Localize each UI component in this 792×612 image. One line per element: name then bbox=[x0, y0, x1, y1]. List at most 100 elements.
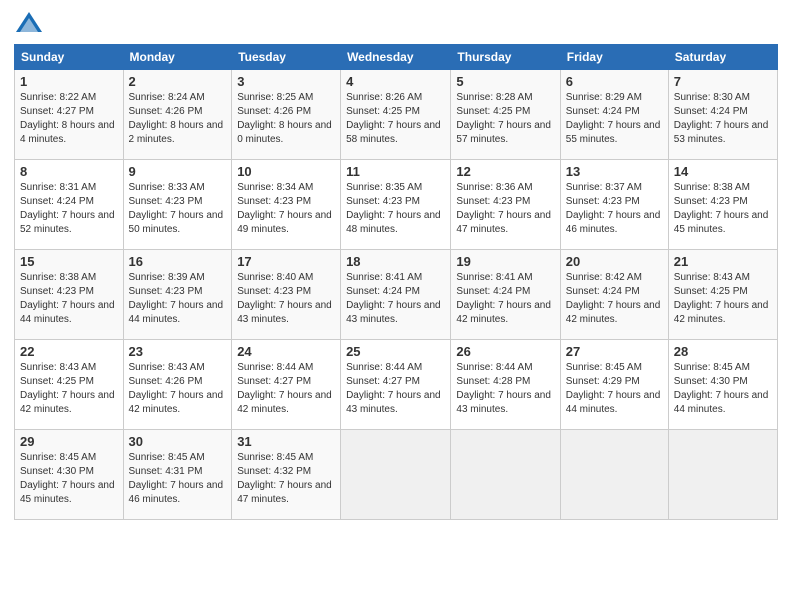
sunrise-text: Sunrise: 8:29 AM bbox=[566, 91, 663, 105]
day-cell bbox=[668, 430, 777, 520]
day-number: 26 bbox=[456, 344, 554, 359]
daylight-text: Daylight: 7 hours and 58 minutes. bbox=[346, 119, 445, 147]
daylight-text: Daylight: 7 hours and 52 minutes. bbox=[20, 209, 118, 237]
sunrise-text: Sunrise: 8:43 AM bbox=[20, 361, 118, 375]
sunrise-text: Sunrise: 8:44 AM bbox=[346, 361, 445, 375]
daylight-text: Daylight: 7 hours and 53 minutes. bbox=[674, 119, 772, 147]
column-header-thursday: Thursday bbox=[451, 45, 560, 70]
day-number: 4 bbox=[346, 74, 445, 89]
sunset-text: Sunset: 4:23 PM bbox=[237, 285, 335, 299]
week-row-4: 22 Sunrise: 8:43 AM Sunset: 4:25 PM Dayl… bbox=[15, 340, 778, 430]
day-info: Sunrise: 8:38 AM Sunset: 4:23 PM Dayligh… bbox=[20, 271, 118, 327]
day-info: Sunrise: 8:45 AM Sunset: 4:29 PM Dayligh… bbox=[566, 361, 663, 417]
day-info: Sunrise: 8:30 AM Sunset: 4:24 PM Dayligh… bbox=[674, 91, 772, 147]
sunset-text: Sunset: 4:24 PM bbox=[20, 195, 118, 209]
sunset-text: Sunset: 4:25 PM bbox=[20, 375, 118, 389]
day-cell: 15 Sunrise: 8:38 AM Sunset: 4:23 PM Dayl… bbox=[15, 250, 124, 340]
day-cell: 13 Sunrise: 8:37 AM Sunset: 4:23 PM Dayl… bbox=[560, 160, 668, 250]
sunrise-text: Sunrise: 8:44 AM bbox=[237, 361, 335, 375]
sunset-text: Sunset: 4:32 PM bbox=[237, 465, 335, 479]
sunrise-text: Sunrise: 8:24 AM bbox=[129, 91, 227, 105]
sunrise-text: Sunrise: 8:33 AM bbox=[129, 181, 227, 195]
day-number: 8 bbox=[20, 164, 118, 179]
day-number: 25 bbox=[346, 344, 445, 359]
sunset-text: Sunset: 4:23 PM bbox=[129, 195, 227, 209]
sunset-text: Sunset: 4:23 PM bbox=[20, 285, 118, 299]
sunset-text: Sunset: 4:24 PM bbox=[674, 105, 772, 119]
column-header-friday: Friday bbox=[560, 45, 668, 70]
sunset-text: Sunset: 4:23 PM bbox=[129, 285, 227, 299]
sunset-text: Sunset: 4:27 PM bbox=[20, 105, 118, 119]
sunset-text: Sunset: 4:24 PM bbox=[566, 285, 663, 299]
sunrise-text: Sunrise: 8:43 AM bbox=[129, 361, 227, 375]
sunrise-text: Sunrise: 8:25 AM bbox=[237, 91, 335, 105]
week-row-1: 1 Sunrise: 8:22 AM Sunset: 4:27 PM Dayli… bbox=[15, 70, 778, 160]
day-cell: 20 Sunrise: 8:42 AM Sunset: 4:24 PM Dayl… bbox=[560, 250, 668, 340]
daylight-text: Daylight: 7 hours and 44 minutes. bbox=[129, 299, 227, 327]
daylight-text: Daylight: 8 hours and 4 minutes. bbox=[20, 119, 118, 147]
sunset-text: Sunset: 4:26 PM bbox=[129, 375, 227, 389]
sunrise-text: Sunrise: 8:38 AM bbox=[20, 271, 118, 285]
day-cell: 24 Sunrise: 8:44 AM Sunset: 4:27 PM Dayl… bbox=[232, 340, 341, 430]
day-number: 7 bbox=[674, 74, 772, 89]
day-number: 12 bbox=[456, 164, 554, 179]
day-cell: 5 Sunrise: 8:28 AM Sunset: 4:25 PM Dayli… bbox=[451, 70, 560, 160]
sunset-text: Sunset: 4:29 PM bbox=[566, 375, 663, 389]
day-number: 13 bbox=[566, 164, 663, 179]
day-number: 3 bbox=[237, 74, 335, 89]
column-header-monday: Monday bbox=[123, 45, 232, 70]
daylight-text: Daylight: 7 hours and 42 minutes. bbox=[456, 299, 554, 327]
sunset-text: Sunset: 4:26 PM bbox=[237, 105, 335, 119]
daylight-text: Daylight: 7 hours and 43 minutes. bbox=[346, 389, 445, 417]
sunrise-text: Sunrise: 8:34 AM bbox=[237, 181, 335, 195]
daylight-text: Daylight: 7 hours and 42 minutes. bbox=[129, 389, 227, 417]
sunrise-text: Sunrise: 8:45 AM bbox=[20, 451, 118, 465]
day-cell: 26 Sunrise: 8:44 AM Sunset: 4:28 PM Dayl… bbox=[451, 340, 560, 430]
sunset-text: Sunset: 4:24 PM bbox=[346, 285, 445, 299]
week-row-2: 8 Sunrise: 8:31 AM Sunset: 4:24 PM Dayli… bbox=[15, 160, 778, 250]
day-number: 5 bbox=[456, 74, 554, 89]
day-number: 18 bbox=[346, 254, 445, 269]
sunset-text: Sunset: 4:23 PM bbox=[237, 195, 335, 209]
day-info: Sunrise: 8:45 AM Sunset: 4:30 PM Dayligh… bbox=[674, 361, 772, 417]
sunrise-text: Sunrise: 8:35 AM bbox=[346, 181, 445, 195]
day-info: Sunrise: 8:36 AM Sunset: 4:23 PM Dayligh… bbox=[456, 181, 554, 237]
sunrise-text: Sunrise: 8:45 AM bbox=[129, 451, 227, 465]
day-number: 24 bbox=[237, 344, 335, 359]
day-number: 29 bbox=[20, 434, 118, 449]
day-cell: 8 Sunrise: 8:31 AM Sunset: 4:24 PM Dayli… bbox=[15, 160, 124, 250]
logo bbox=[14, 10, 48, 40]
sunset-text: Sunset: 4:31 PM bbox=[129, 465, 227, 479]
daylight-text: Daylight: 7 hours and 43 minutes. bbox=[346, 299, 445, 327]
day-info: Sunrise: 8:43 AM Sunset: 4:25 PM Dayligh… bbox=[674, 271, 772, 327]
day-cell: 7 Sunrise: 8:30 AM Sunset: 4:24 PM Dayli… bbox=[668, 70, 777, 160]
day-cell: 1 Sunrise: 8:22 AM Sunset: 4:27 PM Dayli… bbox=[15, 70, 124, 160]
day-cell: 16 Sunrise: 8:39 AM Sunset: 4:23 PM Dayl… bbox=[123, 250, 232, 340]
day-cell: 17 Sunrise: 8:40 AM Sunset: 4:23 PM Dayl… bbox=[232, 250, 341, 340]
sunset-text: Sunset: 4:30 PM bbox=[20, 465, 118, 479]
day-info: Sunrise: 8:26 AM Sunset: 4:25 PM Dayligh… bbox=[346, 91, 445, 147]
day-cell: 22 Sunrise: 8:43 AM Sunset: 4:25 PM Dayl… bbox=[15, 340, 124, 430]
sunrise-text: Sunrise: 8:45 AM bbox=[566, 361, 663, 375]
sunset-text: Sunset: 4:23 PM bbox=[674, 195, 772, 209]
sunrise-text: Sunrise: 8:31 AM bbox=[20, 181, 118, 195]
sunrise-text: Sunrise: 8:36 AM bbox=[456, 181, 554, 195]
sunrise-text: Sunrise: 8:30 AM bbox=[674, 91, 772, 105]
daylight-text: Daylight: 7 hours and 42 minutes. bbox=[20, 389, 118, 417]
sunset-text: Sunset: 4:27 PM bbox=[346, 375, 445, 389]
week-row-5: 29 Sunrise: 8:45 AM Sunset: 4:30 PM Dayl… bbox=[15, 430, 778, 520]
daylight-text: Daylight: 7 hours and 44 minutes. bbox=[674, 389, 772, 417]
sunset-text: Sunset: 4:26 PM bbox=[129, 105, 227, 119]
sunrise-text: Sunrise: 8:44 AM bbox=[456, 361, 554, 375]
sunrise-text: Sunrise: 8:42 AM bbox=[566, 271, 663, 285]
day-cell: 30 Sunrise: 8:45 AM Sunset: 4:31 PM Dayl… bbox=[123, 430, 232, 520]
day-info: Sunrise: 8:29 AM Sunset: 4:24 PM Dayligh… bbox=[566, 91, 663, 147]
sunrise-text: Sunrise: 8:26 AM bbox=[346, 91, 445, 105]
day-number: 11 bbox=[346, 164, 445, 179]
sunrise-text: Sunrise: 8:43 AM bbox=[674, 271, 772, 285]
day-number: 6 bbox=[566, 74, 663, 89]
day-info: Sunrise: 8:31 AM Sunset: 4:24 PM Dayligh… bbox=[20, 181, 118, 237]
day-info: Sunrise: 8:45 AM Sunset: 4:30 PM Dayligh… bbox=[20, 451, 118, 507]
daylight-text: Daylight: 8 hours and 0 minutes. bbox=[237, 119, 335, 147]
column-header-wednesday: Wednesday bbox=[341, 45, 451, 70]
